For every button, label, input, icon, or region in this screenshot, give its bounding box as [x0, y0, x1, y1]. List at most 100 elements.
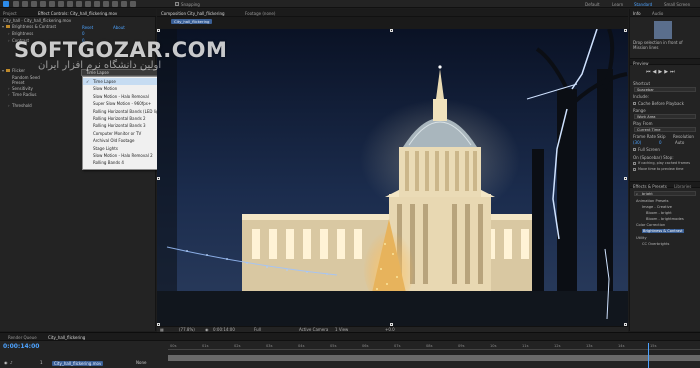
tab-project[interactable]: Project	[3, 11, 17, 16]
fullscreen-label: Full Screen	[638, 147, 660, 152]
layer-row[interactable]: ◉ ♪ 1 City_hall_flickering.mov None	[0, 359, 167, 367]
tree-item-bloom-bright[interactable]: Bloom - bright	[646, 211, 672, 215]
tree-item-animation-presets[interactable]: Animation Presets	[636, 199, 669, 203]
resolution-label: Resolution	[673, 134, 694, 139]
eraser-tool-icon[interactable]	[112, 1, 118, 7]
pan-tool-icon[interactable]	[58, 1, 64, 7]
skip-value[interactable]: 0	[659, 140, 662, 145]
resolution-value[interactable]: Auto	[675, 140, 684, 145]
bounding-handle-tr[interactable]	[624, 29, 627, 32]
fx-icon	[6, 69, 10, 72]
composition-viewer[interactable]	[157, 29, 628, 327]
clone-tool-icon[interactable]	[103, 1, 109, 7]
roto-tool-icon[interactable]	[121, 1, 127, 7]
stop-option-1-checkbox[interactable]	[633, 162, 636, 165]
pen-tool-icon[interactable]	[76, 1, 82, 7]
tab-footage[interactable]: Footage (none)	[245, 11, 275, 16]
param-brightness[interactable]: › Brightness 0	[0, 31, 156, 37]
snapping-label: Snapping	[181, 1, 200, 7]
tree-item-brightness-contrast[interactable]: Brightness & Contrast	[642, 229, 684, 233]
blend-mode-select[interactable]: None	[136, 359, 146, 367]
play-from-label: Play From	[633, 121, 653, 126]
watermark-logo: SOFTGOZAR.COM	[14, 38, 228, 62]
stop-option-2-checkbox[interactable]	[633, 168, 636, 171]
tick-label: 15s	[650, 344, 657, 348]
text-tool-icon[interactable]	[85, 1, 91, 7]
last-frame-icon[interactable]: ⏭	[670, 69, 677, 75]
tick-label: 10s	[490, 344, 497, 348]
layer-track-bar[interactable]	[168, 355, 700, 361]
left-panel-tabs: Project Effect Controls: City_hall_flick…	[0, 9, 156, 17]
timeline-tabs: Render Queue City_hall_flickering	[0, 333, 700, 341]
tick-label: 12s	[554, 344, 561, 348]
tree-item-color-correction[interactable]: Color Correction	[636, 223, 665, 227]
tab-timeline-comp[interactable]: City_hall_flickering	[48, 335, 85, 340]
tick-label: 08s	[426, 344, 433, 348]
fullscreen-checkbox[interactable]	[633, 148, 636, 151]
tick-label: 02s	[234, 344, 241, 348]
hand-tool-icon[interactable]	[22, 1, 28, 7]
workspace-small-screen[interactable]: Small Screen	[664, 2, 690, 7]
tick-label: 14s	[618, 344, 625, 348]
tick-label: 09s	[458, 344, 465, 348]
composition-subtab[interactable]: City_hall_flickering	[171, 19, 213, 24]
toolbar: Snapping Default Learn Standard Small Sc…	[0, 0, 700, 8]
timeline-timecode[interactable]: 0:00:14:00	[3, 343, 39, 350]
tab-effect-controls[interactable]: Effect Controls: City_hall_flickering.mo…	[38, 11, 117, 16]
camera-tool-icon[interactable]	[49, 1, 55, 7]
tab-composition[interactable]: Composition City_hall_flickering	[161, 11, 225, 16]
cache-checkbox[interactable]	[633, 102, 636, 105]
tick-label: 05s	[330, 344, 337, 348]
stop-label: On (Spacebar) Stop:	[633, 155, 674, 160]
tab-render-queue[interactable]: Render Queue	[8, 335, 37, 340]
workspace-standard[interactable]: Standard	[634, 2, 652, 7]
playhead[interactable]	[648, 343, 649, 368]
composition-panel: Composition City_hall_flickering Footage…	[157, 9, 628, 333]
puppet-tool-icon[interactable]	[130, 1, 136, 7]
tree-item-bloom-brightmodes[interactable]: Bloom - brightmodes	[646, 217, 684, 221]
effect-row-brightness-contrast[interactable]: ▾ Brightness & Contrast	[0, 24, 156, 30]
checkmark-icon: ✓	[86, 79, 90, 84]
bounding-handle-tc[interactable]	[390, 29, 393, 32]
tick-label: 06s	[362, 344, 369, 348]
frame-rate-value[interactable]: (30)	[633, 140, 641, 145]
tick-label: 00s	[170, 344, 177, 348]
mask-tool-icon[interactable]	[67, 1, 73, 7]
play-from-select[interactable]: Current Time	[634, 127, 696, 132]
range-select[interactable]: Work Area	[634, 114, 696, 119]
bounding-handle-ml[interactable]	[157, 177, 160, 180]
timeline-panel: Render Queue City_hall_flickering 0:00:1…	[0, 332, 700, 368]
bounding-handle-mr[interactable]	[624, 177, 627, 180]
audio-icon[interactable]: ♪	[10, 359, 13, 367]
tree-item-image-creative[interactable]: Image - Creative	[642, 205, 672, 209]
color-swatch	[654, 21, 672, 39]
home-icon[interactable]	[3, 1, 9, 7]
include-label: Include:	[633, 94, 649, 99]
tab-info[interactable]: Info	[633, 11, 641, 16]
workspace-default[interactable]: Default	[585, 2, 600, 7]
cache-label: Cache Before Playback	[638, 101, 684, 106]
visibility-eye-icon[interactable]: ◉	[4, 359, 8, 367]
tree-item-cc-overbrights[interactable]: CC Overbrights	[642, 242, 669, 246]
shortcut-select[interactable]: Spacebar	[634, 87, 696, 92]
watermark-subtext: اولین دانشگاه نرم افزار ایران	[38, 60, 162, 71]
effects-search-input[interactable]: ⌕ bright	[634, 191, 696, 196]
stop-option-1: If caching, play cached frames	[638, 161, 690, 165]
time-ruler[interactable]: 00s 01s 02s 03s 04s 05s 06s 07s 08s 09s …	[168, 343, 700, 350]
layer-name[interactable]: City_hall_flickering.mov	[52, 360, 104, 366]
effects-presets-header: Effects & Presets Libraries	[630, 181, 700, 189]
stop-option-2: Move time to preview time	[638, 167, 684, 171]
bounding-handle-tl[interactable]	[157, 29, 160, 32]
tab-audio[interactable]: Audio	[652, 11, 663, 16]
rotate-tool-icon[interactable]	[40, 1, 46, 7]
tick-label: 07s	[394, 344, 401, 348]
brush-tool-icon[interactable]	[94, 1, 100, 7]
tree-item-utility[interactable]: Utility	[636, 236, 647, 240]
tick-label: 11s	[522, 344, 529, 348]
selection-tool-icon[interactable]	[13, 1, 19, 7]
workspace-learn[interactable]: Learn	[612, 2, 623, 7]
range-label: Range	[633, 108, 646, 113]
snapping-checkbox[interactable]	[175, 2, 179, 6]
tick-label: 13s	[586, 344, 593, 348]
zoom-tool-icon[interactable]	[31, 1, 37, 7]
